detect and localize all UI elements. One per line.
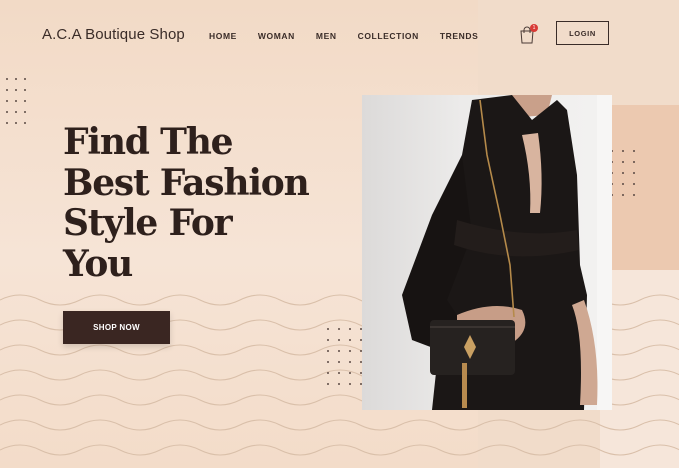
main-nav: HOME WOMAN MEN COLLECTION TRENDS [209,31,499,41]
decorative-dot [6,100,8,102]
decorative-dot [15,100,17,102]
decorative-dot [6,111,8,113]
decorative-dot [6,122,8,124]
decorative-dot [622,172,624,174]
decorative-dot [338,361,340,363]
decorative-dot [15,78,17,80]
login-button[interactable]: LOGIN [556,21,609,45]
decorative-dot [622,183,624,185]
decorative-dot [338,339,340,341]
hero-model-photo [362,95,612,410]
headline-line-3: Style For [63,202,233,244]
decorative-dot [24,122,26,124]
headline-line-4: You [63,242,133,285]
decorative-dot [349,372,351,374]
decorative-dot [633,183,635,185]
decorative-dot [15,89,17,91]
decorative-dot [6,78,8,80]
decorative-dot [633,161,635,163]
decorative-dot [338,350,340,352]
decorative-dot [338,372,340,374]
decorative-dot [24,78,26,80]
decorative-dot [622,161,624,163]
decorative-dot [633,194,635,196]
decorative-dot [633,172,635,174]
decorative-dot [6,89,8,91]
decorative-dot [622,150,624,152]
shop-now-button[interactable]: SHOP NOW [63,311,170,344]
decorative-dot [24,111,26,113]
decorative-dot [327,383,329,385]
decorative-dot [327,372,329,374]
nav-trends[interactable]: TRENDS [440,31,479,41]
nav-collection[interactable]: COLLECTION [358,31,419,41]
decorative-tan-block [610,105,679,275]
decorative-dot [338,328,340,330]
cart-count-badge: 1 [530,24,538,32]
headline-line-2: Best Fashion [63,161,310,204]
decorative-dot [327,328,329,330]
decorative-dot [327,350,329,352]
model-illustration [362,95,612,410]
decorative-dot [15,122,17,124]
decorative-dot [15,111,17,113]
decorative-dot [338,383,340,385]
nav-men[interactable]: MEN [316,31,337,41]
nav-home[interactable]: HOME [209,31,237,41]
hero-headline: Find The Best Fashion Style For You [63,122,353,284]
brand-logo[interactable]: A.C.A Boutique Shop [42,26,185,43]
decorative-dot [349,361,351,363]
decorative-dot [349,328,351,330]
headline-line-1: Find The [63,121,234,163]
decorative-dot [349,339,351,341]
decorative-dot [349,350,351,352]
decorative-dot [327,361,329,363]
nav-woman[interactable]: WOMAN [258,31,295,41]
decorative-dot [24,89,26,91]
decorative-dot [633,150,635,152]
decorative-dot [349,383,351,385]
decorative-dot [327,339,329,341]
decorative-dot [24,100,26,102]
decorative-dot [622,194,624,196]
